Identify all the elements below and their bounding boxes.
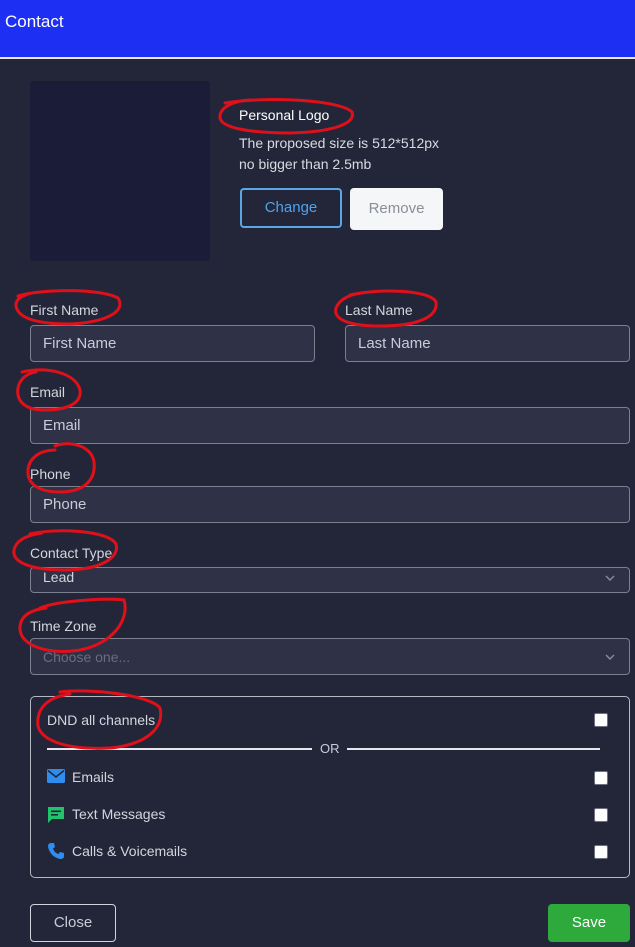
first-name-label: First Name [30,302,99,318]
save-button[interactable]: Save [548,904,630,942]
first-name-field[interactable]: First Name [30,325,315,362]
email-label: Email [30,384,66,400]
dnd-all-checkbox[interactable] [594,713,608,727]
close-button[interactable]: Close [30,904,116,942]
chat-bubble-icon [48,807,64,823]
logo-title: Personal Logo [239,107,330,123]
time-zone-placeholder: Choose one... [43,649,131,665]
text-messages-checkbox[interactable] [594,808,608,822]
calls-voicemails-checkbox[interactable] [594,845,608,859]
logo-weight-hint: no bigger than 2.5mb [239,156,372,172]
last-name-field[interactable]: Last Name [345,325,630,362]
text-messages-label: Text Messages [72,806,166,822]
emails-checkbox[interactable] [594,771,608,785]
logo-preview [30,81,210,261]
phone-icon [48,843,64,859]
divider [347,748,600,750]
dnd-all-label: DND all channels [47,712,156,728]
last-name-label: Last Name [345,302,413,318]
remove-logo-button[interactable]: Remove [350,188,443,230]
calls-voicemails-label: Calls & Voicemails [72,843,188,859]
chevron-down-icon [605,575,615,581]
change-logo-button[interactable]: Change [240,188,342,228]
envelope-icon [47,769,65,783]
chevron-down-icon [605,654,615,660]
time-zone-label: Time Zone [30,618,97,634]
page-title: Contact [5,12,64,31]
email-field[interactable]: Email [30,407,630,444]
time-zone-select[interactable]: Choose one... [30,638,630,675]
logo-size-hint: The proposed size is 512*512px [239,135,440,151]
phone-label: Phone [30,466,71,482]
dnd-panel: DND all channels OR Emails Text Messages… [30,696,630,878]
emails-label: Emails [72,769,115,785]
divider [47,748,312,750]
contact-type-select[interactable]: Lead [30,567,630,593]
contact-type-label: Contact Type [30,545,113,561]
contact-type-value: Lead [43,569,75,585]
phone-field[interactable]: Phone [30,486,630,523]
header-bar: Contact [0,0,635,59]
or-separator: OR [320,741,340,756]
